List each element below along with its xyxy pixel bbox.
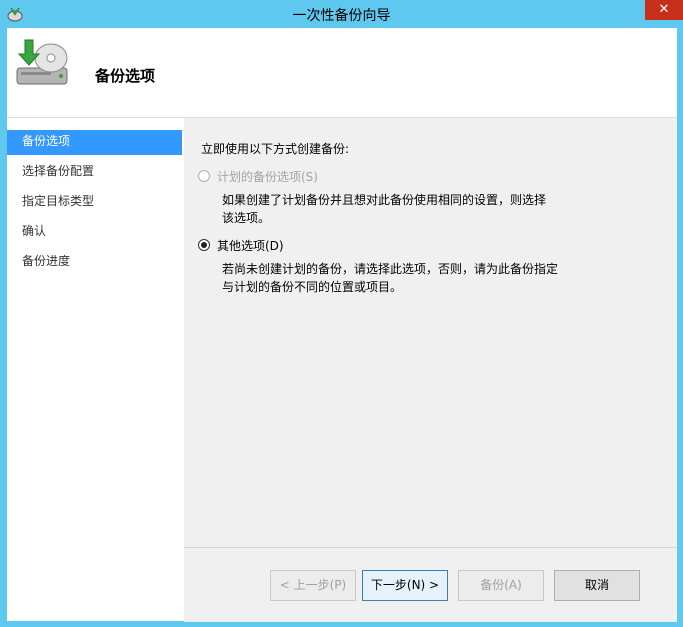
scheduled-backup-label: 计划的备份选项(S)	[217, 170, 318, 184]
sidebar-item-confirm[interactable]: 确认	[7, 220, 182, 245]
window-title: 一次性备份向导	[292, 8, 391, 24]
scheduled-backup-description: 如果创建了计划备份并且想对此备份使用相同的设置，则选择 该选项。	[222, 191, 572, 227]
backup-button[interactable]: 备份(A)	[458, 570, 544, 601]
button-bar: < 上一步(P) 下一步(N) > 备份(A) 取消	[184, 547, 677, 622]
sidebar-item-progress[interactable]: 备份进度	[7, 250, 182, 275]
wizard-header: 备份选项	[7, 28, 677, 118]
other-option-label: 其他选项(D)	[217, 239, 284, 253]
previous-button[interactable]: < 上一步(P)	[270, 570, 356, 601]
close-button[interactable]: ✕	[645, 0, 683, 20]
backup-disk-icon	[13, 38, 73, 90]
cancel-button[interactable]: 取消	[554, 570, 640, 601]
sidebar-item-destination-type[interactable]: 指定目标类型	[7, 190, 182, 215]
radio-selected-dot	[201, 242, 207, 248]
sidebar-item-backup-config[interactable]: 选择备份配置	[7, 160, 182, 185]
wizard-window: 一次性备份向导 ✕ 备份选项 备份选项 选择备份配置 指定目标类型 确认 备份进…	[0, 0, 683, 627]
next-button[interactable]: 下一步(N) >	[362, 570, 448, 601]
other-option-desc-line2: 与计划的备份不同的位置或项目。	[222, 280, 403, 294]
intro-text: 立即使用以下方式创建备份:	[201, 142, 350, 156]
title-bar[interactable]: 一次性备份向导 ✕	[0, 0, 683, 28]
other-option-desc-line1: 若尚未创建计划的备份，请选择此选项，否则，请为此备份指定	[222, 262, 559, 276]
other-option-radio[interactable]	[198, 239, 210, 251]
other-option-description: 若尚未创建计划的备份，请选择此选项，否则，请为此备份指定 与计划的备份不同的位置…	[222, 260, 572, 296]
scheduled-backup-desc-line1: 如果创建了计划备份并且想对此备份使用相同的设置，则选择	[222, 193, 547, 207]
page-title: 备份选项	[95, 67, 156, 85]
scheduled-backup-radio[interactable]	[198, 170, 210, 182]
sidebar-item-backup-options[interactable]: 备份选项	[7, 130, 182, 155]
scheduled-backup-desc-line2: 该选项。	[222, 211, 271, 225]
options-panel: 立即使用以下方式创建备份: 计划的备份选项(S) 如果创建了计划备份并且想对此备…	[184, 118, 677, 547]
wizard-steps-sidebar: 备份选项 选择备份配置 指定目标类型 确认 备份进度	[7, 118, 184, 621]
